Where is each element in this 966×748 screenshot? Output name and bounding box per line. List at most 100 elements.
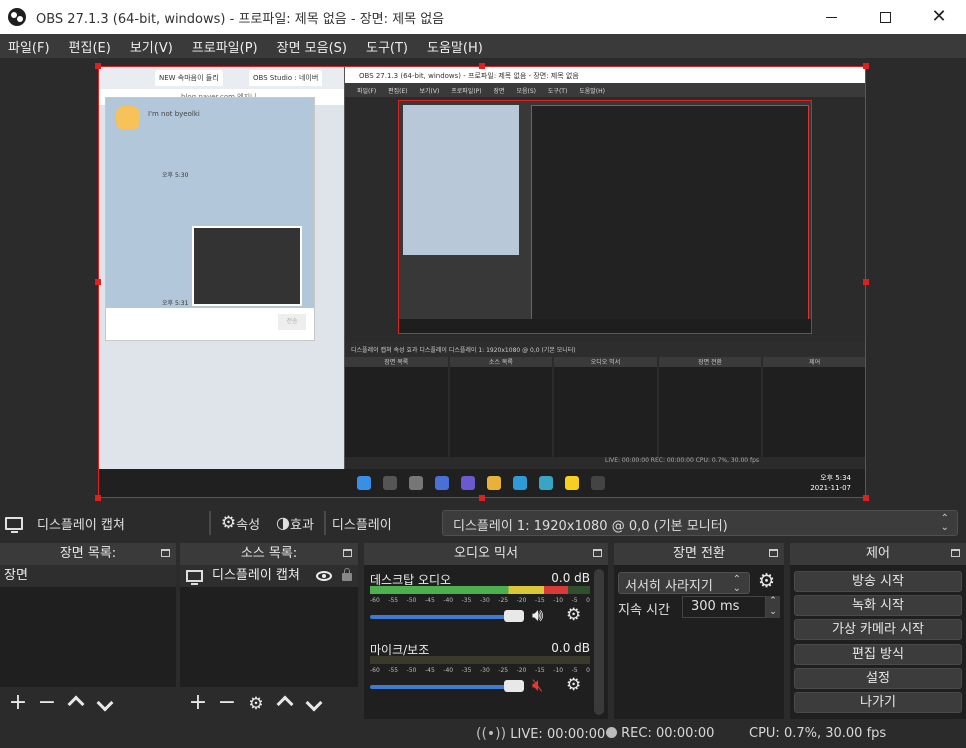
- nested-dock-header: 장면 전환: [658, 357, 762, 367]
- gear-icon[interactable]: ⚙: [566, 677, 581, 694]
- move-scene-down-button[interactable]: [94, 692, 116, 714]
- remove-source-button[interactable]: −: [216, 692, 238, 714]
- resize-handle[interactable]: [95, 279, 101, 285]
- spinner-icon[interactable]: ⌃ ⌄: [766, 596, 780, 618]
- start-virtual-camera-button[interactable]: 가상 카메라 시작: [794, 619, 962, 640]
- meter-tick-label: -20: [516, 667, 527, 674]
- menu-edit[interactable]: 편집(E): [69, 37, 111, 56]
- studio-mode-button[interactable]: 편집 방식: [794, 644, 962, 665]
- mixer-scrollbar[interactable]: [594, 569, 604, 715]
- status-bar: ((•)) LIVE: 00:00:00 REC: 00:00:00 CPU: …: [0, 721, 966, 748]
- preview-canvas[interactable]: NEW 속마음이 들리 OBS Studio : 네이버 blog.naver.…: [98, 66, 866, 498]
- live-status: ((•)) LIVE: 00:00:00: [476, 726, 605, 742]
- menu-profile[interactable]: 프로파일(P): [192, 37, 258, 56]
- muted-speaker-icon[interactable]: 🔇︎: [532, 677, 543, 695]
- meter-tick-label: -25: [498, 597, 509, 604]
- controls-header-label: 제어: [866, 546, 890, 561]
- minimize-button[interactable]: [804, 0, 858, 34]
- move-scene-up-button[interactable]: [65, 692, 87, 715]
- volume-meter: [370, 656, 590, 664]
- move-source-down-button[interactable]: [303, 692, 325, 714]
- chevron-down-icon: [96, 694, 114, 712]
- filters-button[interactable]: ◑ 효과: [276, 514, 314, 533]
- nested-dock-transitions: 장면 전환: [658, 357, 762, 457]
- menu-tools[interactable]: 도구(T): [366, 37, 408, 56]
- gear-icon[interactable]: ⚙: [758, 572, 775, 591]
- menu-view[interactable]: 보기(V): [130, 37, 173, 56]
- start-recording-button[interactable]: 녹화 시작: [794, 595, 962, 616]
- scenes-dock: 장면 목록: 장면 + −: [0, 543, 176, 719]
- float-dock-icon[interactable]: [769, 549, 778, 557]
- minimize-icon: [825, 16, 837, 18]
- gear-icon: ⚙: [248, 694, 264, 714]
- settings-button[interactable]: 설정: [794, 668, 962, 689]
- transition-select-value: 서서히 사라지기: [625, 579, 713, 594]
- chat-time-1: 오후 5:30: [162, 172, 189, 179]
- nested-dock-header: 소스 목록: [449, 357, 553, 367]
- float-dock-icon[interactable]: [951, 549, 960, 557]
- rec-time: REC: 00:00:00: [621, 726, 715, 741]
- add-source-button[interactable]: +: [187, 692, 209, 714]
- gear-icon: ⚙: [220, 512, 237, 533]
- resize-handle[interactable]: [95, 495, 101, 501]
- source-item[interactable]: 디스플레이 캡쳐: [180, 565, 358, 587]
- nested-status: LIVE: 00:00:00 REC: 00:00:00 CPU: 0.7%, …: [605, 457, 760, 464]
- volume-slider[interactable]: [370, 685, 522, 689]
- scenes-footer: + −: [0, 687, 176, 719]
- eye-icon[interactable]: [316, 571, 332, 581]
- meter-tick-label: -35: [461, 597, 472, 604]
- scene-item[interactable]: 장면: [0, 565, 176, 587]
- title-bar: OBS 27.1.3 (64-bit, windows) - 프로파일: 제목 …: [0, 0, 966, 34]
- move-source-up-button[interactable]: [274, 692, 296, 715]
- float-dock-icon[interactable]: [343, 549, 352, 557]
- duration-input[interactable]: 300 ms: [682, 596, 766, 618]
- add-scene-button[interactable]: +: [7, 692, 29, 714]
- transition-select[interactable]: 서서히 사라지기 ⌃ ⌄: [618, 572, 750, 594]
- lock-icon[interactable]: [342, 568, 352, 581]
- meter-tick-label: -50: [406, 667, 417, 674]
- scenes-header-label: 장면 목록:: [59, 546, 117, 561]
- display-select[interactable]: 디스플레이 1: 1920x1080 @ 0,0 (기본 모니터) ⌃ ⌄: [442, 510, 958, 536]
- menu-file[interactable]: 파일(F): [8, 37, 50, 56]
- exit-button[interactable]: 나가기: [794, 692, 962, 713]
- captured-obs-window: OBS 27.1.3 (64-bit, windows) - 프로파일: 제목 …: [344, 67, 865, 469]
- obs-taskbar-icon: [591, 476, 605, 490]
- start-streaming-button[interactable]: 방송 시작: [794, 571, 962, 592]
- resize-handle[interactable]: [863, 495, 869, 501]
- float-dock-icon[interactable]: [593, 549, 602, 557]
- close-button[interactable]: ✕: [912, 0, 966, 34]
- system-tray: 오후 5:34 2021-11-07: [810, 473, 851, 493]
- source-properties-button[interactable]: ⚙: [245, 692, 267, 714]
- remove-scene-button[interactable]: −: [36, 692, 58, 714]
- nested-dock-mixer: 오디오 믹서: [554, 357, 657, 457]
- resize-handle[interactable]: [863, 279, 869, 285]
- volume-slider-handle[interactable]: [504, 610, 524, 622]
- meter-tick-label: -10: [553, 667, 564, 674]
- nested-menu: 파일(F) 편집(E) 보기(V) 프로파일(P) 장면 모음(S) 도구(T)…: [345, 83, 865, 97]
- meter-tick-label: -25: [498, 667, 509, 674]
- nested-dock-scenes: 장면 목록: [345, 357, 448, 457]
- task-view-icon: [409, 476, 423, 490]
- maximize-button[interactable]: [858, 0, 912, 34]
- gear-icon[interactable]: ⚙: [566, 607, 581, 624]
- speaker-icon[interactable]: 🔊︎: [532, 607, 543, 625]
- volume-slider-handle[interactable]: [504, 680, 524, 692]
- monitor-icon: [186, 570, 203, 585]
- properties-button[interactable]: ⚙ 속성: [221, 514, 260, 533]
- meter-tick-label: -40: [443, 667, 454, 674]
- folder-icon: [487, 476, 501, 490]
- resize-handle[interactable]: [479, 63, 485, 69]
- menu-help[interactable]: 도움말(H): [427, 37, 483, 56]
- nested-dock-sources: 소스 목록: [449, 357, 553, 457]
- resize-handle[interactable]: [863, 63, 869, 69]
- captured-browser-tabs: NEW 속마음이 들리 OBS Studio : 네이버: [99, 67, 345, 89]
- menu-scene-collection[interactable]: 장면 모음(S): [277, 37, 347, 56]
- captured-tab-2: OBS Studio : 네이버: [249, 70, 323, 86]
- app-icon: [539, 476, 553, 490]
- volume-slider[interactable]: [370, 615, 522, 619]
- resize-handle[interactable]: [95, 63, 101, 69]
- chat-avatar: [116, 106, 140, 130]
- float-dock-icon[interactable]: [161, 549, 170, 557]
- nested-dock-header: 제어: [763, 357, 865, 367]
- resize-handle[interactable]: [479, 495, 485, 501]
